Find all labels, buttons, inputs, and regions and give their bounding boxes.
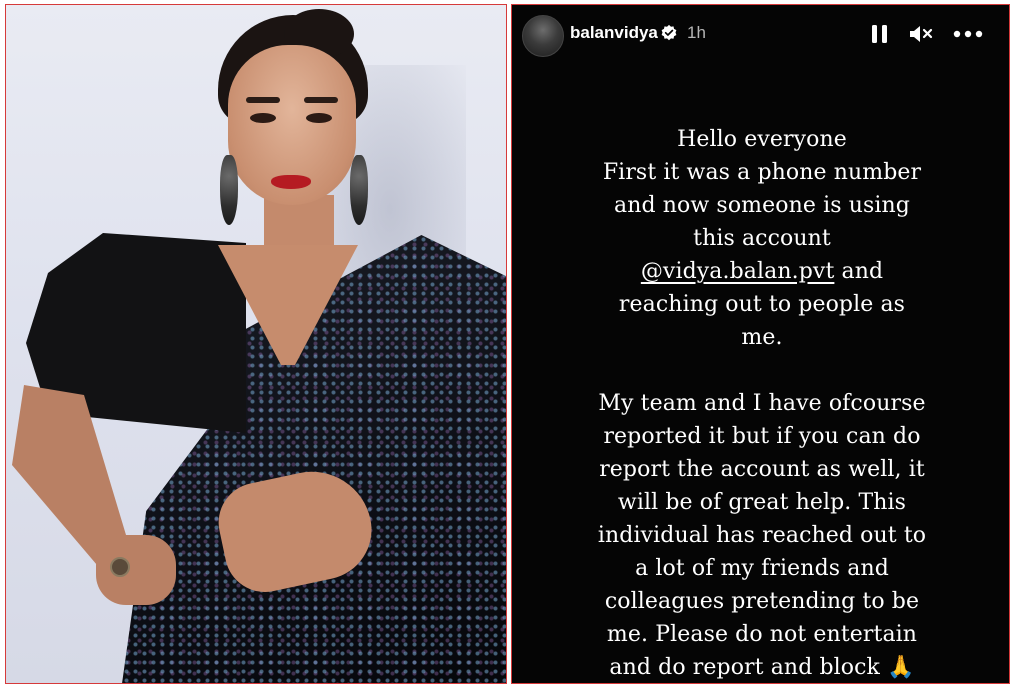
story-line: me.	[741, 325, 783, 350]
photo-panel	[5, 4, 507, 684]
story-line: this account	[693, 226, 831, 251]
pause-icon[interactable]	[869, 22, 891, 46]
ring	[110, 557, 130, 577]
mention-line: @vidya.balan.pvt and	[542, 255, 982, 288]
story-line: individual has reached out to	[597, 523, 927, 548]
story-line: and do report and block 🙏	[609, 655, 915, 680]
right-earring	[350, 155, 368, 225]
story-line: will be of great help. This	[617, 490, 907, 515]
story-timestamp: 1h	[687, 23, 706, 42]
right-eye	[306, 113, 332, 123]
username[interactable]: balanvidya	[570, 23, 658, 43]
story-line: and now someone is using	[614, 193, 910, 218]
verified-badge-icon	[661, 24, 677, 41]
instagram-story-panel: balanvidya 1h Hello everyone First it wa…	[511, 4, 1010, 684]
avatar[interactable]	[522, 15, 564, 57]
left-hand	[96, 535, 176, 605]
left-eye	[250, 113, 276, 123]
story-text: Hello everyone First it was a phone numb…	[542, 123, 982, 683]
right-eyebrow	[304, 97, 338, 103]
story-line: report the account as well, it	[599, 457, 925, 482]
story-line: My team and I have ofcourse	[598, 391, 926, 416]
left-earring	[220, 155, 238, 225]
story-header: balanvidya 1h	[512, 5, 1009, 65]
story-line: a lot of my friends and	[635, 556, 889, 581]
left-eyebrow	[246, 97, 280, 103]
story-line: reported it but if you can do	[603, 424, 921, 449]
story-line: me. Please do not entertain	[606, 622, 918, 647]
account-mention-link[interactable]: @vidya.balan.pvt	[641, 259, 835, 284]
story-line: colleagues pretending to be	[604, 589, 920, 614]
mention-suffix: and	[834, 259, 884, 284]
story-line: First it was a phone number	[602, 160, 922, 185]
story-line: Hello everyone	[677, 127, 847, 152]
mute-icon[interactable]	[908, 22, 934, 46]
more-options-icon[interactable]	[952, 25, 984, 43]
red-lips	[271, 175, 311, 189]
story-line: reaching out to people as	[618, 292, 906, 317]
